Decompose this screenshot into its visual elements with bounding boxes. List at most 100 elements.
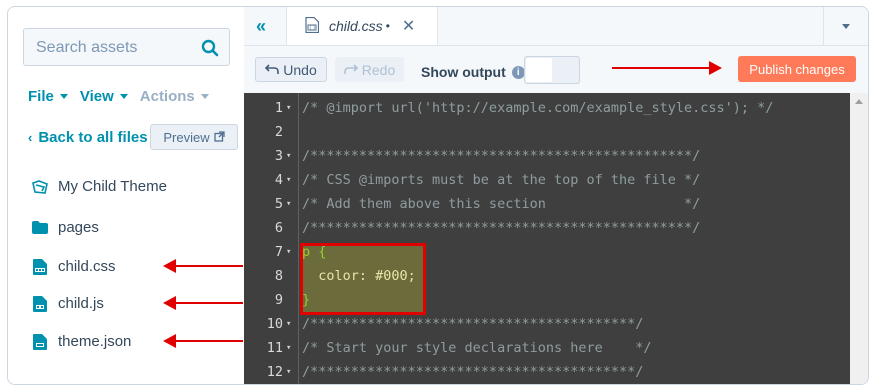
js-file-icon <box>32 295 48 312</box>
file-item-pages[interactable]: pages <box>32 219 99 236</box>
code-line[interactable]: 3 ▾ /*************************************… <box>244 144 850 168</box>
fold-icon[interactable]: ▾ <box>286 312 291 336</box>
file-label: pages <box>58 219 99 236</box>
code-file-icon: { } <box>305 16 320 36</box>
theme-icon <box>32 179 48 195</box>
json-file-icon <box>32 333 48 350</box>
line-number: 3 <box>274 148 283 164</box>
show-output-toggle[interactable] <box>524 56 580 84</box>
code-text: /* Add them above this section */ <box>302 196 701 212</box>
code-text: /***************************************… <box>302 220 701 236</box>
code-line[interactable]: 8 color: #000; <box>244 264 850 288</box>
tab-child-css[interactable]: { } child.css • ✕ <box>286 7 438 45</box>
line-number: 1 <box>274 100 283 116</box>
file-label: My Child Theme <box>58 178 167 195</box>
code-text: /***************************************… <box>302 316 644 332</box>
file-item-theme-json[interactable]: theme.json <box>32 333 131 350</box>
fold-icon[interactable]: ▾ <box>286 336 291 360</box>
search-box[interactable] <box>23 28 230 66</box>
code-line[interactable]: 4 ▾ /* CSS @imports must be at the top of … <box>244 168 850 192</box>
view-menu[interactable]: View <box>80 88 128 105</box>
chevron-down-icon <box>200 94 209 99</box>
fold-icon[interactable]: ▾ <box>286 96 291 120</box>
code-text: /* CSS @imports must be at the top of th… <box>302 172 701 188</box>
tab-menu-button[interactable] <box>823 7 868 45</box>
info-icon[interactable]: i <box>511 65 525 79</box>
line-number: 6 <box>274 220 283 236</box>
fold-icon[interactable]: ▾ <box>286 192 291 216</box>
file-item-child-css[interactable]: child.css <box>32 258 116 275</box>
fold-icon[interactable]: ▾ <box>286 360 291 384</box>
tab-label: child.css <box>329 18 383 34</box>
file-menu[interactable]: File <box>28 88 68 105</box>
chevron-down-icon <box>119 94 128 99</box>
chevron-down-icon <box>842 23 850 29</box>
chevron-left-icon: ‹ <box>28 130 33 145</box>
code-line[interactable]: 7 ▾ p { <box>244 240 850 264</box>
line-number: 2 <box>274 124 283 140</box>
view-menu-label: View <box>79 88 114 105</box>
code-text: /* @import url('http://example.com/examp… <box>302 100 774 116</box>
preview-label: Preview <box>163 129 210 145</box>
back-to-all-files-link[interactable]: ‹ Back to all files <box>28 129 148 146</box>
actions-menu[interactable]: Actions <box>140 88 209 105</box>
code-line[interactable]: 9} <box>244 288 850 312</box>
unsaved-indicator: • <box>385 19 390 33</box>
code-text: /* Start your style declarations here */ <box>302 340 652 356</box>
search-icon[interactable] <box>201 39 219 62</box>
search-input[interactable] <box>34 36 198 60</box>
preview-button[interactable]: Preview <box>150 124 238 150</box>
annotation-arrow-theme-json <box>163 334 243 348</box>
line-number: 4 <box>274 172 283 188</box>
file-menu-label: File <box>28 88 54 105</box>
file-menu-bar: File View Actions <box>28 88 209 105</box>
code-text: /***************************************… <box>302 364 644 380</box>
file-item-child-js[interactable]: child.js <box>32 295 104 312</box>
annotation-arrow-child-css <box>163 259 243 273</box>
close-tab-icon[interactable]: ✕ <box>402 16 415 36</box>
code-line[interactable]: 11 ▾ /* Start your style declarations here… <box>244 336 850 360</box>
fold-icon[interactable]: ▾ <box>286 144 291 168</box>
undo-label: Undo <box>283 61 317 78</box>
undo-button[interactable]: Undo <box>255 57 327 82</box>
code-line[interactable]: 5 ▾ /* Add them above this section */ <box>244 192 850 216</box>
toggle-knob <box>526 58 552 82</box>
code-text: p { <box>302 244 327 260</box>
folder-icon <box>32 220 48 236</box>
code-text: } <box>302 292 311 308</box>
actions-menu-label: Actions <box>139 88 195 105</box>
code-line[interactable]: 12 ▾ /************************************… <box>244 360 850 384</box>
line-number: 5 <box>274 196 283 212</box>
editor-scrollbar[interactable] <box>850 93 868 384</box>
app-window: File View Actions ‹ Back to all files Pre… <box>7 6 869 385</box>
collapse-sidebar-icon[interactable]: « <box>256 17 266 35</box>
code-text: /***************************************… <box>302 148 701 164</box>
line-number: 10 <box>266 316 283 332</box>
scroll-up-icon <box>855 99 863 104</box>
tab-bar: « { } child.css • ✕ <box>244 7 868 46</box>
code-line[interactable]: 1 ▾ /* @import url('http://example.com/exa… <box>244 96 850 120</box>
code-line[interactable]: 2 <box>244 120 850 144</box>
publish-changes-button[interactable]: Publish changes <box>738 56 856 82</box>
redo-icon <box>343 62 358 78</box>
show-output-text: Show output <box>421 64 506 80</box>
code-editor[interactable]: 1 ▾/* @import url('http://example.com/exa… <box>244 93 850 384</box>
file-item-my-child-theme[interactable]: My Child Theme <box>32 178 167 195</box>
external-link-icon <box>213 130 225 145</box>
line-number: 12 <box>266 364 283 380</box>
editor-toolbar: Undo Redo Show output i Publish changes <box>244 46 868 93</box>
code-line[interactable]: 6 /**************************************… <box>244 216 850 240</box>
file-label: theme.json <box>58 333 132 350</box>
file-label: child.css <box>58 258 116 275</box>
undo-icon <box>265 62 280 78</box>
svg-text:{ }: { } <box>309 25 316 30</box>
show-output-label: Show output i <box>421 64 525 80</box>
fold-icon[interactable]: ▾ <box>286 168 291 192</box>
chevron-down-icon <box>59 94 68 99</box>
redo-button[interactable]: Redo <box>335 57 404 82</box>
code-line[interactable]: 10 ▾ /************************************… <box>244 312 850 336</box>
fold-icon[interactable]: ▾ <box>286 240 291 264</box>
line-number: 11 <box>266 340 283 356</box>
back-label: Back to all files <box>38 129 148 146</box>
line-number: 9 <box>274 292 283 308</box>
